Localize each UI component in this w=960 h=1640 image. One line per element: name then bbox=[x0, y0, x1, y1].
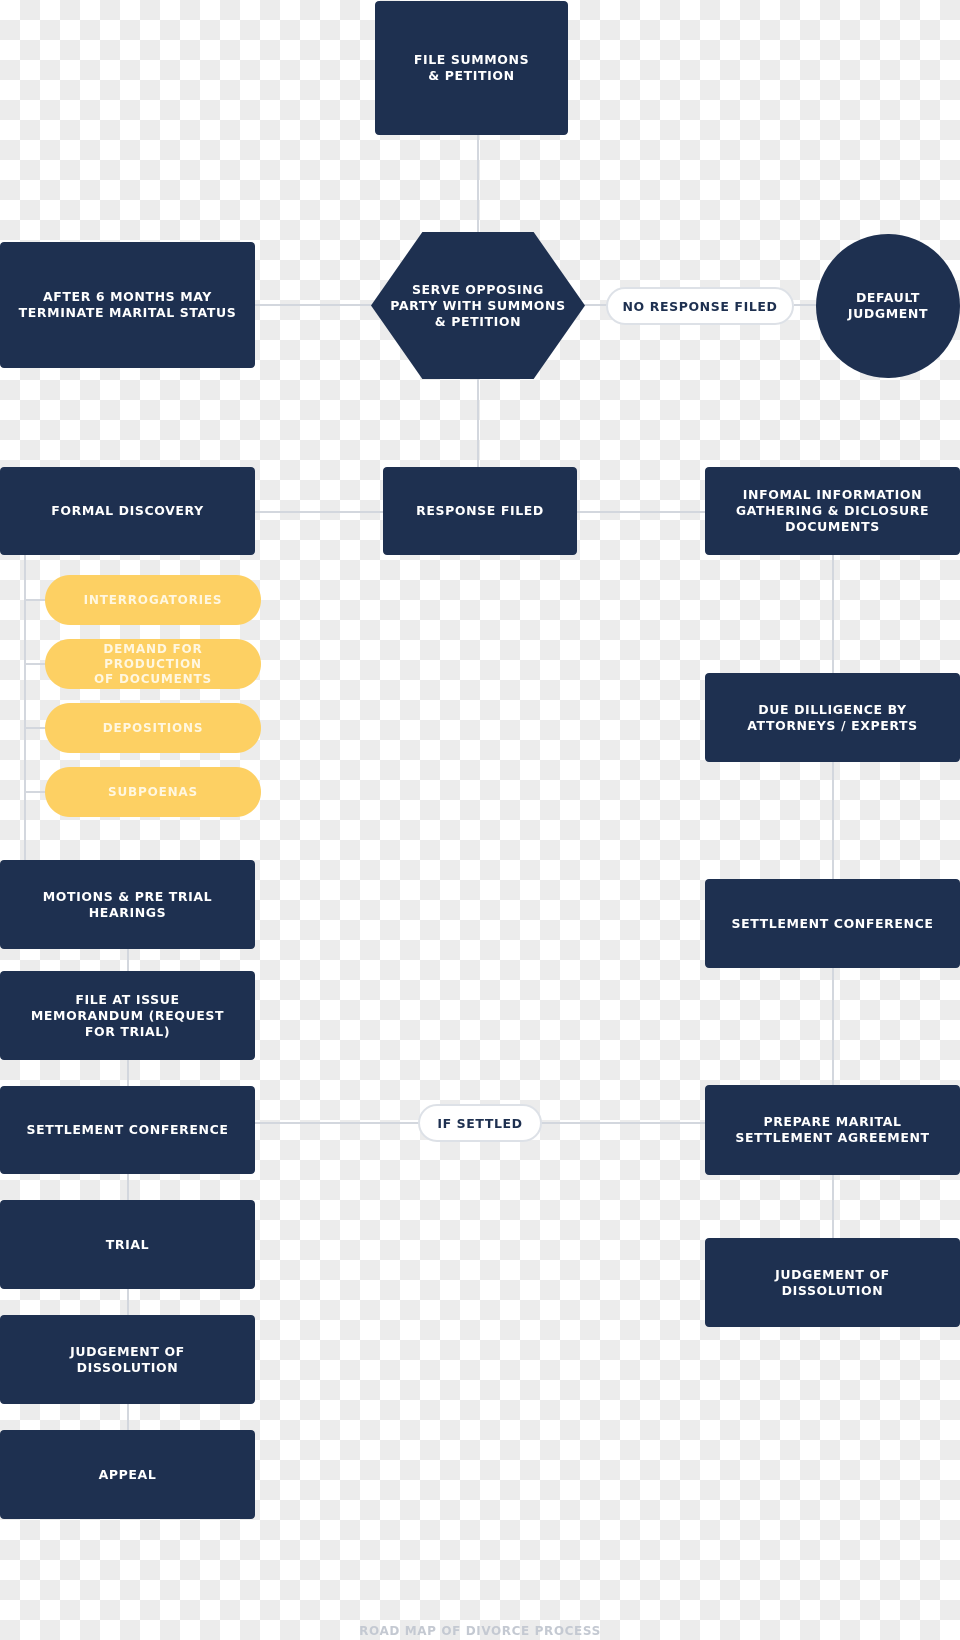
label-no-response-filed: NO RESPONSE FILED bbox=[606, 287, 794, 325]
node-judgement-dissolution-left: JUDGEMENT OF DISSOLUTION bbox=[0, 1315, 255, 1404]
node-formal-discovery: FORMAL DISCOVERY bbox=[0, 467, 255, 555]
node-settlement-conference-right: SETTLEMENT CONFERENCE bbox=[705, 879, 960, 968]
node-due-diligence: DUE DILLIGENCE BY ATTORNEYS / EXPERTS bbox=[705, 673, 960, 762]
connector-discovery-branch bbox=[24, 727, 46, 729]
node-trial: TRIAL bbox=[0, 1200, 255, 1289]
label-if-settled: IF SETTLED bbox=[418, 1104, 542, 1142]
connector-discovery-branch bbox=[24, 599, 46, 601]
discovery-item-subpoenas: SUBPOENAS bbox=[45, 767, 261, 817]
connector-response-to-informal bbox=[577, 511, 707, 513]
discovery-item-demand-for-production: DEMAND FOR PRODUCTION OF DOCUMENTS bbox=[45, 639, 261, 689]
node-serve-opposing-party: SERVE OPPOSING PARTY WITH SUMMONS & PETI… bbox=[371, 232, 585, 379]
connector-serve-to-no-response bbox=[582, 304, 608, 306]
connector-discovery-branch bbox=[24, 663, 46, 665]
connector-discovery-branch bbox=[24, 791, 46, 793]
node-default-judgment: DEFAULT JUDGMENT bbox=[816, 234, 960, 378]
discovery-item-interrogatories: INTERROGATORIES bbox=[45, 575, 261, 625]
node-file-summons: FILE SUMMONS & PETITION bbox=[375, 1, 568, 135]
node-informal-information: INFOMAL INFORMATION GATHERING & DICLOSUR… bbox=[705, 467, 960, 555]
node-settlement-conference-left: SETTLEMENT CONFERENCE bbox=[0, 1086, 255, 1174]
connector-serve-to-response bbox=[477, 379, 479, 469]
node-prepare-settlement-agreement: PREPARE MARITAL SETTLEMENT AGREEMENT bbox=[705, 1085, 960, 1175]
node-response-filed: RESPONSE FILED bbox=[383, 467, 577, 555]
node-file-at-issue: FILE AT ISSUE MEMORANDUM (REQUEST FOR TR… bbox=[0, 971, 255, 1060]
node-motions-pretrial: MOTIONS & PRE TRIAL HEARINGS bbox=[0, 860, 255, 949]
connector-summons-to-serve bbox=[477, 135, 479, 235]
node-appeal: APPEAL bbox=[0, 1430, 255, 1519]
connector-if-settled-right bbox=[540, 1122, 706, 1124]
connector-response-to-formal bbox=[255, 511, 385, 513]
node-judgement-dissolution-right: JUDGEMENT OF DISSOLUTION bbox=[705, 1238, 960, 1327]
connector-if-settled-left bbox=[255, 1122, 420, 1124]
connector-no-response-to-default bbox=[794, 304, 818, 306]
discovery-item-depositions: DEPOSITIONS bbox=[45, 703, 261, 753]
node-after-six-months: AFTER 6 MONTHS MAY TERMINATE MARITAL STA… bbox=[0, 242, 255, 368]
diagram-title: ROAD MAP OF DIVORCE PROCESS bbox=[359, 1624, 601, 1638]
connector-serve-to-six-months bbox=[255, 304, 375, 306]
